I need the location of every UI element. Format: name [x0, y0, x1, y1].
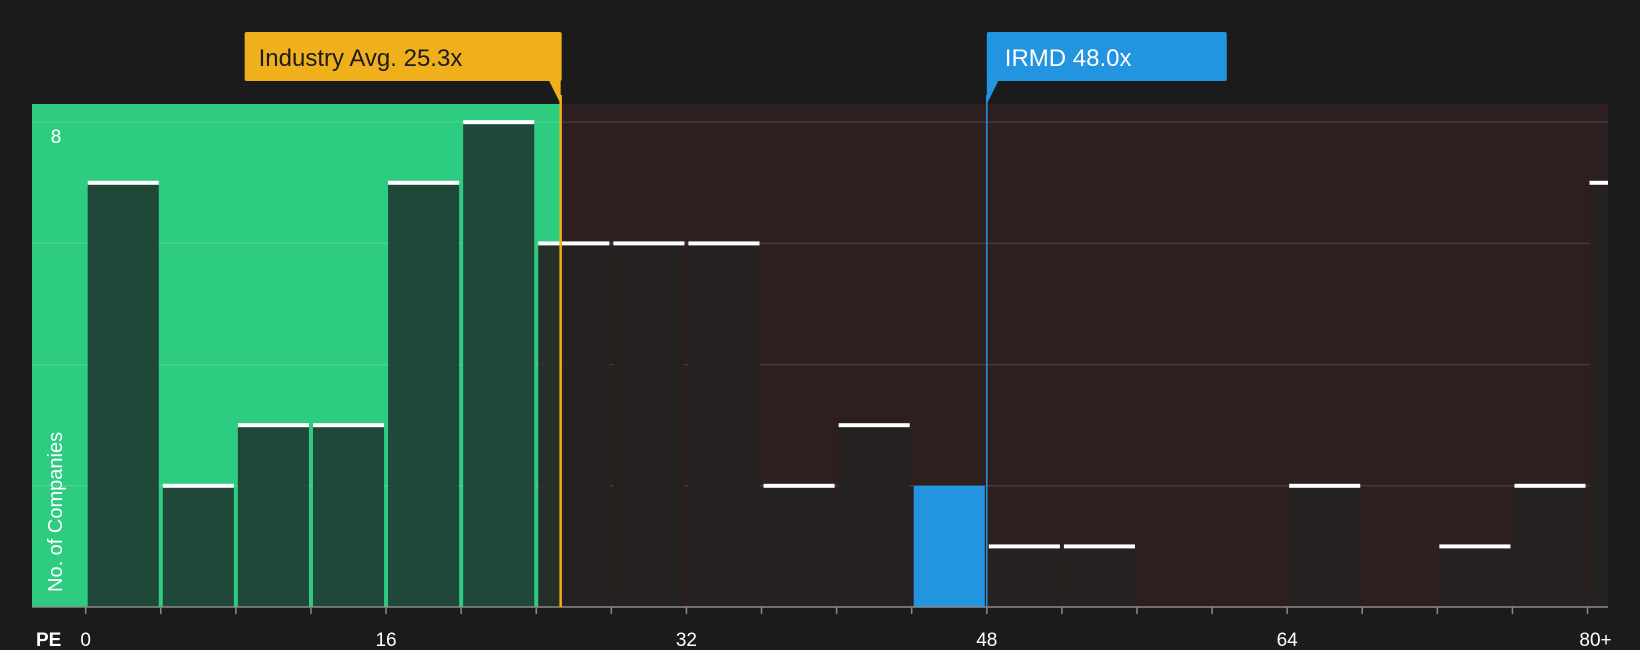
histogram-bar-cap — [388, 180, 460, 185]
x-tick-label: 48 — [976, 630, 997, 650]
x-axis: 0 16 32 48 64 80+ — [32, 606, 1612, 650]
histogram-bar-cap — [688, 241, 760, 246]
histogram-bar — [1063, 546, 1135, 607]
company-pe-label: IRMD 48.0x — [1005, 45, 1132, 72]
histogram-bar-cap — [87, 180, 159, 185]
y-tick-label: 8 — [51, 127, 62, 148]
histogram-bar-cap — [1514, 483, 1586, 488]
histogram-bar — [988, 546, 1060, 607]
histogram-bar-cap — [613, 241, 685, 246]
histogram-bar-cap — [162, 483, 234, 488]
histogram-bar — [312, 425, 385, 607]
industry-average-pointer — [548, 80, 561, 104]
histogram-bar — [613, 243, 685, 607]
histogram-bar — [688, 243, 760, 607]
histogram-bar — [538, 243, 610, 607]
histogram-bar-cap — [1063, 544, 1135, 549]
histogram-bar — [838, 425, 910, 607]
pe-distribution-chart: 0 16 32 48 64 80+ No. of Companies 8 PE Indus… — [32, 32, 1612, 650]
x-tick-label: 64 — [1277, 630, 1299, 650]
histogram-bar — [87, 182, 159, 607]
histogram-bar — [1289, 485, 1361, 607]
industry-average-label: Industry Avg. 25.3x — [259, 45, 463, 72]
histogram-bar-cap — [312, 423, 385, 428]
histogram-bar-cap — [463, 120, 535, 125]
y-axis-label: No. of Companies — [45, 432, 67, 592]
histogram-bar-cap — [763, 483, 835, 488]
x-axis-unit-label: PE — [36, 630, 61, 650]
x-tick-label: 32 — [676, 630, 697, 650]
histogram-bar — [1439, 546, 1511, 607]
x-tick-label: 80+ — [1579, 630, 1611, 650]
histogram-bar — [162, 485, 234, 607]
company-pe-callout: IRMD 48.0x — [986, 32, 1227, 104]
x-tick-label: 16 — [375, 630, 396, 650]
histogram-bar — [1514, 485, 1586, 607]
industry-average-callout: Industry Avg. 25.3x — [244, 32, 562, 104]
histogram-bar-cap — [237, 423, 309, 428]
histogram-bar — [763, 485, 835, 607]
histogram-bar — [463, 122, 535, 607]
histogram-bar — [913, 485, 985, 607]
company-pe-pointer — [986, 80, 999, 104]
histogram-bar-cap — [1589, 180, 1608, 185]
x-tick-label: 0 — [80, 630, 91, 650]
histogram-bar-cap — [1289, 483, 1361, 488]
histogram-bar-cap — [538, 241, 610, 246]
histogram-bar — [1589, 182, 1608, 607]
histogram-bar — [237, 425, 309, 607]
histogram-bar — [388, 182, 460, 607]
histogram-bar-cap — [988, 544, 1060, 549]
histogram-bar-cap — [1439, 544, 1511, 549]
histogram-bar-cap — [838, 423, 910, 428]
